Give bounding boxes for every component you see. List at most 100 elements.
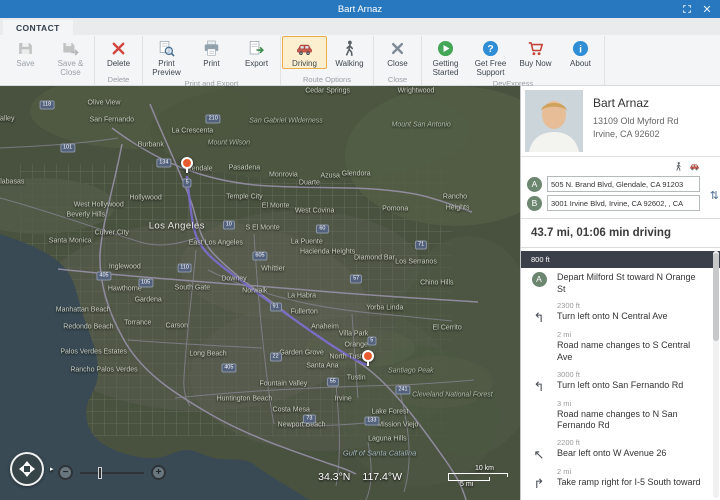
ribbon-group: Getting Started Get Free Support Buy Now… bbox=[422, 36, 605, 85]
map-pin[interactable] bbox=[362, 350, 374, 362]
driving-mode-icon[interactable] bbox=[689, 161, 700, 172]
step-instruction: Turn left onto San Fernando Rd bbox=[557, 380, 683, 393]
zoom-out-button[interactable]: − bbox=[58, 465, 73, 480]
highway-shield: 71 bbox=[415, 241, 427, 250]
tab-contact[interactable]: CONTACT bbox=[3, 20, 73, 35]
walking-mode-icon[interactable] bbox=[673, 161, 684, 172]
ribbon-button[interactable]: Save bbox=[3, 36, 48, 69]
app-window: Bart Arnaz CONTACT Save Save & Close bbox=[0, 0, 720, 500]
ribbon-button[interactable]: Buy Now bbox=[513, 36, 558, 69]
step-maneuver-icon: A bbox=[529, 272, 549, 295]
highway-shield: 134 bbox=[156, 158, 171, 167]
direction-step[interactable]: 3 mi Road name changes to N San Fernando… bbox=[521, 397, 720, 432]
direction-step[interactable]: 2200 ft ↖ Bear left onto W Avenue 26 bbox=[521, 436, 720, 461]
ribbon-button[interactable]: Print Preview bbox=[144, 36, 189, 78]
ribbon-button[interactable]: Delete bbox=[96, 36, 141, 69]
route-end-badge: B bbox=[527, 196, 542, 211]
ribbon-button[interactable]: Get Free Support bbox=[468, 36, 513, 78]
ribbon-button-icon bbox=[340, 39, 359, 58]
ribbon-button-icon bbox=[16, 39, 35, 58]
ribbon-group-label: Delete bbox=[96, 74, 141, 85]
highway-shield: 22 bbox=[270, 353, 282, 362]
expand-icon[interactable] bbox=[678, 2, 695, 16]
direction-step[interactable]: 800 ft A Depart Milford St toward N Oran… bbox=[521, 251, 720, 295]
scrollbar-thumb[interactable] bbox=[713, 253, 719, 341]
pan-down-icon[interactable] bbox=[23, 472, 31, 481]
scale-mi: 5 mi bbox=[448, 481, 508, 488]
direction-step[interactable]: 2 mi ↱ Take ramp right for I-5 South tow… bbox=[521, 465, 720, 490]
ribbon-button-icon bbox=[295, 39, 314, 58]
highway-shield: 55 bbox=[327, 378, 339, 387]
step-maneuver-icon: ↖ bbox=[529, 448, 549, 461]
highway-shield: 110 bbox=[177, 264, 192, 273]
pan-right-icon[interactable] bbox=[30, 465, 39, 473]
step-maneuver-icon: ↰ bbox=[529, 311, 549, 324]
ribbon-button[interactable]: About bbox=[558, 36, 603, 69]
ribbon-tab-row: CONTACT bbox=[0, 18, 720, 35]
map-coordinates: 34.3°N 117.4°W bbox=[318, 471, 402, 483]
ribbon-button[interactable]: Save & Close bbox=[48, 36, 93, 78]
ribbon-button-icon bbox=[526, 39, 545, 58]
ribbon-group: Delete Delete bbox=[95, 36, 143, 85]
route-start-badge: A bbox=[527, 177, 542, 192]
highway-shield: 91 bbox=[270, 303, 282, 312]
pan-left-icon[interactable] bbox=[15, 465, 24, 473]
ribbon-button-icon bbox=[109, 39, 128, 58]
zoom-slider-thumb[interactable] bbox=[98, 467, 102, 479]
titlebar: Bart Arnaz bbox=[0, 0, 720, 18]
ribbon-button-label: Driving bbox=[292, 59, 317, 68]
scrollbar[interactable] bbox=[713, 251, 719, 498]
ribbon-button[interactable]: Driving bbox=[282, 36, 327, 69]
ribbon-button-label: Buy Now bbox=[519, 59, 551, 68]
ribbon-button[interactable]: Export bbox=[234, 36, 279, 69]
step-distance: 3 mi bbox=[521, 397, 720, 409]
route-end-input[interactable] bbox=[547, 195, 700, 211]
highway-shield: 10 bbox=[223, 220, 235, 229]
contact-name: Bart Arnaz bbox=[593, 96, 679, 110]
map[interactable]: Cedar SpringsWrightwoodOlive ViewSan Fer… bbox=[0, 86, 520, 500]
ribbon: Save Save & Close Delete Delete bbox=[0, 35, 720, 86]
ribbon-button-label: Save & Close bbox=[49, 59, 92, 77]
route-start-input[interactable] bbox=[547, 176, 700, 192]
ribbon-button[interactable]: Walking bbox=[327, 36, 372, 69]
ribbon-button-label: Getting Started bbox=[424, 59, 467, 77]
highway-shield: 101 bbox=[60, 144, 75, 153]
zoom-in-button[interactable]: + bbox=[151, 465, 166, 480]
scale-km: 10 km bbox=[448, 465, 508, 472]
step-instruction: Bear left onto W Avenue 26 bbox=[557, 448, 666, 461]
direction-step[interactable]: 3000 ft ↰ Turn left onto San Fernando Rd bbox=[521, 368, 720, 393]
step-distance: 2 mi bbox=[521, 465, 720, 477]
route-inputs: A B ⇅ bbox=[521, 156, 720, 218]
swap-addresses-icon[interactable]: ⇅ bbox=[710, 191, 719, 202]
step-distance: 800 ft bbox=[521, 251, 720, 268]
ribbon-group-label: Route Options bbox=[282, 74, 372, 85]
zoom-slider[interactable] bbox=[80, 472, 144, 474]
highway-shield: 60 bbox=[316, 224, 328, 233]
direction-step[interactable]: 2300 ft ↰ Turn left onto N Central Ave bbox=[521, 299, 720, 324]
ribbon-button[interactable]: Getting Started bbox=[423, 36, 468, 78]
highway-shield: 133 bbox=[364, 417, 379, 426]
window-controls bbox=[678, 2, 720, 16]
step-distance: 2 mi bbox=[521, 328, 720, 340]
directions-list: 800 ft A Depart Milford St toward N Oran… bbox=[521, 248, 720, 500]
direction-step[interactable]: 2 mi Road name changes to S Central Ave bbox=[521, 328, 720, 363]
ribbon-button-icon bbox=[481, 39, 500, 58]
close-icon[interactable] bbox=[698, 2, 715, 16]
contact-photo bbox=[525, 90, 583, 152]
highway-shield: 241 bbox=[395, 386, 410, 395]
map-terrain bbox=[0, 86, 520, 500]
pan-compass[interactable] bbox=[10, 452, 44, 486]
latitude: 34.3°N bbox=[318, 471, 350, 483]
step-instruction: Take ramp right for I-5 South toward bbox=[557, 477, 701, 490]
ribbon-group: Close Close bbox=[374, 36, 422, 85]
contact-address-line1: 13109 Old Myford Rd bbox=[593, 115, 679, 128]
zoom-control: − + bbox=[58, 465, 166, 480]
window-title: Bart Arnaz bbox=[0, 4, 720, 15]
step-maneuver-icon: ↱ bbox=[529, 477, 549, 490]
ribbon-button[interactable]: Print bbox=[189, 36, 234, 69]
ribbon-button[interactable]: Close bbox=[375, 36, 420, 69]
chevron-right-icon[interactable]: ▸ bbox=[50, 465, 54, 473]
contact-address-line2: Irvine, CA 92602 bbox=[593, 128, 679, 141]
highway-shield: 73 bbox=[303, 415, 315, 424]
ribbon-button-icon bbox=[157, 39, 176, 58]
